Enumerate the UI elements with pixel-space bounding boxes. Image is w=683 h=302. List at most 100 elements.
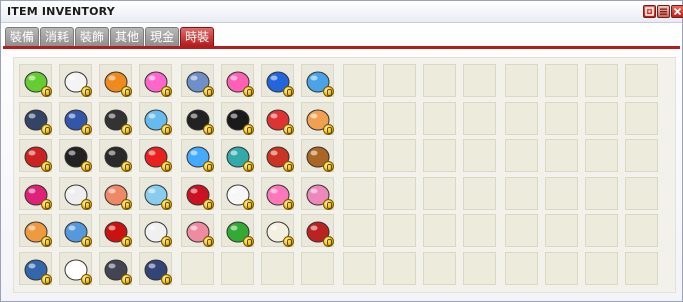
tab-setup[interactable]: 裝飾 — [75, 27, 110, 46]
empty-slot[interactable] — [343, 251, 376, 285]
empty-slot[interactable] — [343, 101, 376, 135]
empty-slot[interactable] — [343, 176, 376, 210]
inventory-slot[interactable] — [19, 251, 52, 285]
tab-etc[interactable]: 其他 — [110, 27, 145, 46]
empty-slot[interactable] — [423, 139, 456, 172]
inventory-slot[interactable] — [221, 101, 254, 135]
empty-slot[interactable] — [545, 176, 578, 210]
inventory-slot[interactable] — [59, 176, 92, 210]
empty-slot[interactable] — [585, 64, 618, 97]
inventory-slot[interactable] — [221, 64, 254, 97]
inventory-slot[interactable] — [99, 101, 132, 135]
inventory-slot[interactable] — [19, 214, 52, 247]
inventory-slot[interactable] — [19, 176, 52, 210]
empty-slot[interactable] — [505, 101, 538, 135]
inventory-slot[interactable] — [139, 251, 172, 285]
close-button[interactable] — [671, 5, 683, 18]
title-bar[interactable]: ITEM INVENTORY — [1, 1, 683, 23]
inventory-slot[interactable] — [19, 139, 52, 172]
empty-slot[interactable] — [343, 214, 376, 247]
empty-slot[interactable] — [463, 64, 496, 97]
empty-slot[interactable] — [545, 214, 578, 247]
empty-slot[interactable] — [383, 214, 416, 247]
empty-slot[interactable] — [625, 176, 658, 210]
empty-slot[interactable] — [301, 251, 334, 285]
inventory-slot[interactable] — [59, 64, 92, 97]
inventory-slot[interactable] — [99, 139, 132, 172]
inventory-slot[interactable] — [59, 101, 92, 135]
inventory-slot[interactable] — [99, 64, 132, 97]
empty-slot[interactable] — [463, 101, 496, 135]
empty-slot[interactable] — [463, 214, 496, 247]
empty-slot[interactable] — [625, 101, 658, 135]
inventory-slot[interactable] — [139, 139, 172, 172]
inventory-slot[interactable] — [261, 101, 294, 135]
inventory-slot[interactable] — [139, 176, 172, 210]
inventory-slot[interactable] — [99, 214, 132, 247]
empty-slot[interactable] — [463, 251, 496, 285]
inventory-slot[interactable] — [261, 64, 294, 97]
inventory-slot[interactable] — [59, 214, 92, 247]
inventory-slot[interactable] — [301, 139, 334, 172]
inventory-slot[interactable] — [261, 176, 294, 210]
empty-slot[interactable] — [505, 139, 538, 172]
empty-slot[interactable] — [383, 101, 416, 135]
inventory-slot[interactable] — [301, 176, 334, 210]
inventory-slot[interactable] — [181, 139, 214, 172]
inventory-slot[interactable] — [261, 139, 294, 172]
empty-slot[interactable] — [505, 251, 538, 285]
empty-slot[interactable] — [585, 139, 618, 172]
empty-slot[interactable] — [585, 251, 618, 285]
empty-slot[interactable] — [505, 214, 538, 247]
empty-slot[interactable] — [383, 64, 416, 97]
inventory-slot[interactable] — [99, 176, 132, 210]
empty-slot[interactable] — [625, 64, 658, 97]
empty-slot[interactable] — [383, 139, 416, 172]
inventory-slot[interactable] — [261, 214, 294, 247]
inventory-slot[interactable] — [181, 101, 214, 135]
tab-use[interactable]: 消耗 — [40, 27, 75, 46]
empty-slot[interactable] — [505, 64, 538, 97]
empty-slot[interactable] — [625, 139, 658, 172]
inventory-slot[interactable] — [221, 214, 254, 247]
inventory-slot[interactable] — [301, 64, 334, 97]
empty-slot[interactable] — [545, 139, 578, 172]
empty-slot[interactable] — [463, 139, 496, 172]
inventory-slot[interactable] — [181, 64, 214, 97]
empty-slot[interactable] — [625, 214, 658, 247]
empty-slot[interactable] — [423, 251, 456, 285]
inventory-slot[interactable] — [139, 214, 172, 247]
empty-slot[interactable] — [585, 214, 618, 247]
empty-slot[interactable] — [545, 101, 578, 135]
menu-button[interactable] — [657, 5, 670, 18]
tab-equip[interactable]: 裝備 — [5, 27, 40, 46]
inventory-slot[interactable] — [59, 251, 92, 285]
inventory-slot[interactable] — [301, 101, 334, 135]
empty-slot[interactable] — [423, 176, 456, 210]
inventory-slot[interactable] — [19, 101, 52, 135]
empty-slot[interactable] — [343, 139, 376, 172]
inventory-slot[interactable] — [139, 64, 172, 97]
empty-slot[interactable] — [181, 251, 214, 285]
empty-slot[interactable] — [545, 251, 578, 285]
tab-cash[interactable]: 現金 — [145, 27, 180, 46]
empty-slot[interactable] — [463, 176, 496, 210]
inventory-slot[interactable] — [181, 214, 214, 247]
empty-slot[interactable] — [383, 176, 416, 210]
empty-slot[interactable] — [221, 251, 254, 285]
inventory-slot[interactable] — [181, 176, 214, 210]
inventory-slot[interactable] — [19, 64, 52, 97]
empty-slot[interactable] — [585, 101, 618, 135]
inventory-slot[interactable] — [221, 176, 254, 210]
empty-slot[interactable] — [545, 64, 578, 97]
empty-slot[interactable] — [343, 64, 376, 97]
empty-slot[interactable] — [423, 64, 456, 97]
empty-slot[interactable] — [625, 251, 658, 285]
inventory-slot[interactable] — [139, 101, 172, 135]
empty-slot[interactable] — [423, 101, 456, 135]
inventory-slot[interactable] — [301, 214, 334, 247]
help-button[interactable] — [643, 5, 656, 18]
inventory-slot[interactable] — [59, 139, 92, 172]
tab-fashion[interactable]: 時裝 — [180, 27, 215, 46]
empty-slot[interactable] — [261, 251, 294, 285]
